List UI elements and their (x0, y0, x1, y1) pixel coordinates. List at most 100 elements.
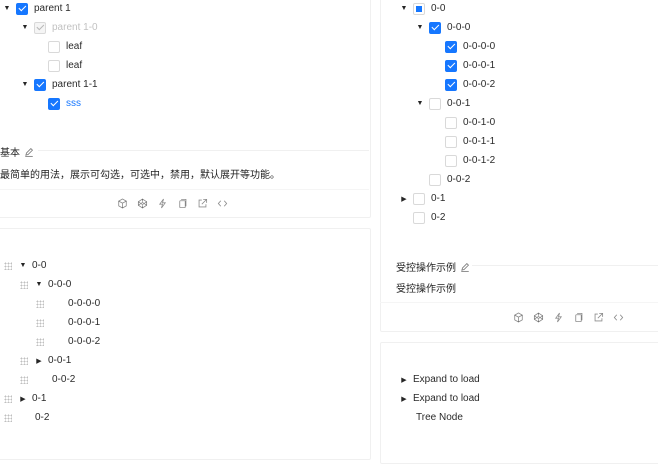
tree-node-0-0-1-1[interactable]: 0-0-1-1 (445, 132, 495, 151)
tree-checkbox[interactable] (413, 192, 425, 205)
tree-node-label[interactable]: 0-0-1 (48, 355, 71, 366)
tree-node-0-0-0-0[interactable]: 0-0-0-0 (36, 294, 100, 313)
drag-handle-icon[interactable] (20, 280, 28, 289)
tree-node-expand-to-load[interactable]: ▶ Expand to load (399, 370, 480, 389)
tree-node-label[interactable]: sss (66, 98, 81, 109)
tree-checkbox[interactable] (445, 78, 457, 91)
drag-handle-icon[interactable] (4, 413, 12, 422)
tree-node-leaf[interactable]: leaf (48, 37, 82, 56)
tree-node-label[interactable]: 0-1 (32, 393, 46, 404)
tree-node-0-2[interactable]: 0-2 (413, 208, 445, 227)
tree-node-0-2[interactable]: 0-2 (4, 408, 49, 427)
caret-right-icon[interactable]: ▶ (18, 394, 28, 404)
caret-down-icon[interactable]: ▼ (415, 99, 425, 109)
tree-checkbox[interactable] (445, 135, 457, 148)
tree-checkbox[interactable] (445, 116, 457, 129)
tree-checkbox[interactable] (34, 78, 46, 91)
tree-node-label[interactable]: 0-2 (35, 412, 49, 423)
tree-checkbox[interactable] (413, 2, 425, 15)
caret-down-icon[interactable]: ▼ (2, 4, 12, 14)
tree-node-label[interactable]: 0-0-1-1 (463, 136, 495, 147)
copy-icon[interactable] (177, 198, 188, 209)
caret-right-icon[interactable]: ▶ (34, 356, 44, 366)
tree-checkbox[interactable] (413, 211, 425, 224)
code-icon[interactable] (613, 312, 624, 323)
tree-node-0-0-0-1[interactable]: 0-0-0-1 (445, 56, 495, 75)
tree-checkbox[interactable] (16, 2, 28, 15)
tree-node-parent-1[interactable]: ▼ parent 1 (2, 0, 71, 18)
tree-node-0-0-2[interactable]: 0-0-2 (20, 370, 75, 389)
codesandbox-icon[interactable] (513, 312, 524, 323)
tree-node-label[interactable]: 0-0-0 (48, 279, 71, 290)
tree-node-parent-1-1[interactable]: ▼ parent 1-1 (20, 75, 98, 94)
tree-node-label[interactable]: 0-0 (32, 260, 46, 271)
tree-node-label[interactable]: 0-0-0-1 (463, 60, 495, 71)
tree-checkbox[interactable] (445, 59, 457, 72)
tree-node-label[interactable]: 0-2 (431, 212, 445, 223)
caret-down-icon[interactable]: ▼ (18, 261, 28, 271)
tree-node-label[interactable]: parent 1 (34, 3, 71, 14)
thunderbolt-icon[interactable] (157, 198, 168, 209)
codepen-icon[interactable] (137, 198, 148, 209)
edit-icon[interactable] (460, 262, 470, 272)
drag-handle-icon[interactable] (4, 261, 12, 270)
tree-node-0-0-0-2[interactable]: 0-0-0-2 (445, 75, 495, 94)
tree-checkbox[interactable] (48, 40, 60, 53)
caret-down-icon[interactable]: ▼ (34, 280, 44, 290)
tree-node-0-0[interactable]: ▼ 0-0 (399, 0, 445, 18)
drag-handle-icon[interactable] (36, 337, 44, 346)
tree-node-label[interactable]: parent 1-1 (52, 79, 98, 90)
tree-node-label[interactable]: leaf (66, 41, 82, 52)
codepen-icon[interactable] (533, 312, 544, 323)
tree-node-0-0-0[interactable]: ▼ 0-0-0 (415, 18, 470, 37)
codesandbox-icon[interactable] (117, 198, 128, 209)
external-link-icon[interactable] (593, 312, 604, 323)
tree-node-label[interactable]: 0-0-2 (447, 174, 470, 185)
tree-node-label[interactable]: 0-0-0-0 (68, 298, 100, 309)
tree-node-0-0-0-1[interactable]: 0-0-0-1 (36, 313, 100, 332)
tree-checkbox[interactable] (429, 173, 441, 186)
tree-node-label[interactable]: 0-0-2 (52, 374, 75, 385)
external-link-icon[interactable] (197, 198, 208, 209)
tree-node-0-0[interactable]: ▼ 0-0 (4, 256, 46, 275)
tree-node-label[interactable]: Expand to load (413, 393, 480, 404)
tree-node-label[interactable]: leaf (66, 60, 82, 71)
tree-node-0-0-0[interactable]: ▼ 0-0-0 (20, 275, 71, 294)
tree-node-label[interactable]: Expand to load (413, 374, 480, 385)
tree-node-label[interactable]: 0-0-0-2 (463, 79, 495, 90)
caret-right-icon[interactable]: ▶ (399, 394, 409, 404)
drag-handle-icon[interactable] (36, 318, 44, 327)
drag-handle-icon[interactable] (4, 394, 12, 403)
drag-handle-icon[interactable] (20, 356, 28, 365)
tree-node-label[interactable]: 0-0-1-0 (463, 117, 495, 128)
tree-node-label[interactable]: 0-0-1 (447, 98, 470, 109)
tree-checkbox[interactable] (445, 154, 457, 167)
tree-checkbox[interactable] (48, 97, 60, 110)
tree-node-0-1[interactable]: ▶ 0-1 (4, 389, 46, 408)
tree-node-label[interactable]: 0-0-0 (447, 22, 470, 33)
tree-node-label[interactable]: 0-0 (431, 3, 445, 14)
edit-icon[interactable] (24, 147, 34, 157)
tree-node-label[interactable]: 0-0-0-1 (68, 317, 100, 328)
tree-node-sss[interactable]: sss (48, 94, 81, 113)
drag-handle-icon[interactable] (36, 299, 44, 308)
caret-down-icon[interactable]: ▼ (20, 23, 30, 33)
copy-icon[interactable] (573, 312, 584, 323)
drag-handle-icon[interactable] (20, 375, 28, 384)
tree-checkbox[interactable] (429, 97, 441, 110)
caret-down-icon[interactable]: ▼ (20, 80, 30, 90)
thunderbolt-icon[interactable] (553, 312, 564, 323)
tree-node-label[interactable]: 0-1 (431, 193, 445, 204)
code-icon[interactable] (217, 198, 228, 209)
tree-checkbox[interactable] (429, 21, 441, 34)
tree-node-0-0-0-0[interactable]: 0-0-0-0 (445, 37, 495, 56)
tree-node-leaf[interactable]: leaf (48, 56, 82, 75)
tree-node-0-0-1-0[interactable]: 0-0-1-0 (445, 113, 495, 132)
caret-right-icon[interactable]: ▶ (399, 194, 409, 204)
tree-node-0-1[interactable]: ▶ 0-1 (399, 189, 445, 208)
tree-checkbox[interactable] (48, 59, 60, 72)
tree-node-0-0-0-2[interactable]: 0-0-0-2 (36, 332, 100, 351)
tree-node-0-0-1-2[interactable]: 0-0-1-2 (445, 151, 495, 170)
tree-node-label[interactable]: Tree Node (416, 412, 463, 423)
tree-node-tree-node[interactable]: Tree Node (413, 408, 463, 427)
